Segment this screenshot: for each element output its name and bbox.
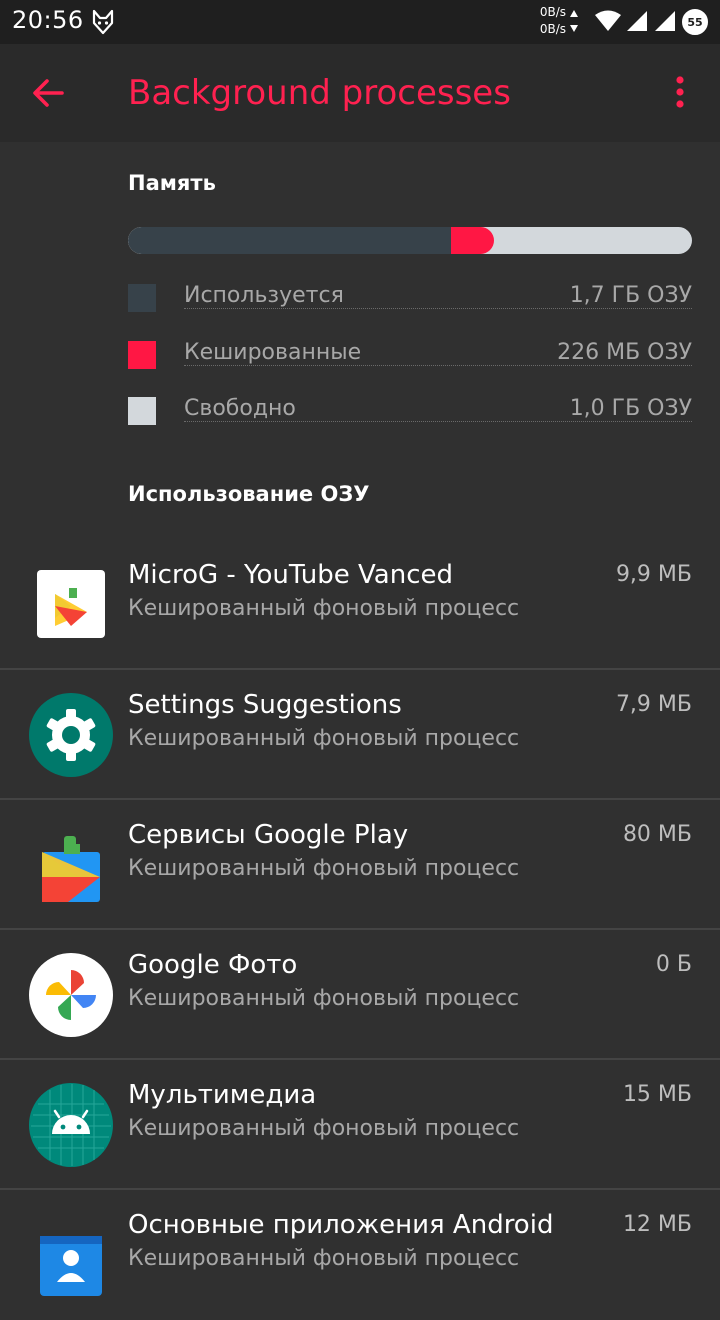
legend-cached: Кешированные 226 МБ ОЗУ	[128, 340, 692, 370]
status-time: 20:56	[12, 6, 84, 34]
legend-label: Свободно	[184, 396, 300, 421]
memory-bar	[128, 227, 692, 254]
legend-label: Кешированные	[184, 340, 366, 365]
process-item-google-play-services[interactable]: Сервисы Google Play Кешированный фоновый…	[0, 800, 720, 930]
download-speed: 0B/s	[539, 22, 566, 36]
process-status: Кешированный фоновый процесс	[128, 856, 520, 881]
process-status: Кешированный фоновый процесс	[128, 986, 520, 1011]
process-name: Сервисы Google Play	[128, 820, 409, 850]
process-item-android-core-apps[interactable]: Основные приложения Android Кешированный…	[0, 1190, 720, 1320]
status-bar: 20:56 0B/s 0B/s 55	[0, 0, 720, 44]
process-item-multimedia[interactable]: Мультимедиа Кешированный фоновый процесс…	[0, 1060, 720, 1190]
process-name: Мультимедиа	[128, 1080, 317, 1110]
legend-value: 1,7 ГБ ОЗУ	[565, 283, 692, 308]
memory-bar-cached	[451, 227, 494, 254]
legend-leader	[184, 365, 692, 366]
legend-swatch-used	[128, 284, 156, 312]
legend-swatch-free	[128, 397, 156, 425]
memory-section-title: Память	[128, 171, 216, 195]
google-play-services-icon	[28, 822, 114, 908]
back-button[interactable]	[28, 73, 68, 113]
process-size: 12 МБ	[622, 1212, 692, 1237]
process-name: Основные приложения Android	[128, 1210, 554, 1240]
legend-label: Используется	[184, 283, 348, 308]
legend-value: 1,0 ГБ ОЗУ	[565, 396, 692, 421]
process-item-google-photos[interactable]: Google Фото Кешированный фоновый процесс…	[0, 930, 720, 1060]
more-options-button[interactable]	[662, 73, 698, 113]
process-status: Кешированный фоновый процесс	[128, 596, 520, 621]
process-status: Кешированный фоновый процесс	[128, 1246, 520, 1271]
upload-speed: 0B/s	[539, 5, 566, 19]
data-arrows-icon	[569, 8, 579, 38]
legend-leader	[184, 308, 692, 309]
process-item-microg[interactable]: MicroG - YouTube Vanced Кешированный фон…	[0, 540, 720, 670]
process-status: Кешированный фоновый процесс	[128, 1116, 520, 1141]
page-title: Background processes	[128, 73, 511, 113]
fox-notification-icon	[92, 9, 114, 39]
signal-icon	[626, 10, 648, 36]
memory-bar-used	[128, 227, 455, 254]
android-icon	[28, 1082, 114, 1168]
process-item-settings-suggestions[interactable]: Settings Suggestions Кешированный фоновы…	[0, 670, 720, 800]
process-name: MicroG - YouTube Vanced	[128, 560, 453, 590]
process-size: 80 МБ	[622, 822, 692, 847]
legend-swatch-cached	[128, 341, 156, 369]
process-size: 15 МБ	[622, 1082, 692, 1107]
process-size: 7,9 МБ	[615, 692, 692, 717]
app-bar: Background processes	[0, 44, 720, 142]
wifi-icon	[594, 10, 622, 36]
legend-leader	[184, 421, 692, 422]
ram-usage-section-title: Использование ОЗУ	[128, 482, 370, 506]
legend-free: Свободно 1,0 ГБ ОЗУ	[128, 396, 692, 426]
google-photos-icon	[28, 952, 114, 1038]
signal-2-icon	[654, 10, 676, 36]
arrow-back-icon	[33, 79, 64, 107]
legend-value: 226 МБ ОЗУ	[553, 340, 692, 365]
process-size: 9,9 МБ	[615, 562, 692, 587]
legend-used: Используется 1,7 ГБ ОЗУ	[128, 283, 692, 313]
android-apps-icon	[28, 1212, 114, 1298]
process-status: Кешированный фоновый процесс	[128, 726, 520, 751]
process-name: Google Фото	[128, 950, 298, 980]
process-size: 0 Б	[655, 952, 692, 977]
more-vert-icon	[676, 76, 684, 108]
microg-icon	[28, 562, 114, 648]
process-name: Settings Suggestions	[128, 690, 402, 720]
network-speed: 0B/s 0B/s	[530, 4, 566, 38]
gear-icon	[28, 692, 114, 778]
battery-icon: 55	[682, 9, 708, 35]
